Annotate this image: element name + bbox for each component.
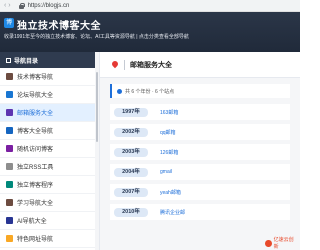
pin-icon [110,59,120,69]
category-icon [6,73,13,80]
sidebar-item[interactable]: 技术博客导航 [0,68,99,86]
lock-icon [18,2,25,9]
sidebar-item[interactable]: 独立博客程序 [0,176,99,194]
site-link[interactable]: gmail [160,169,172,175]
site-link[interactable]: yeah邮箱 [160,189,181,196]
sidebar-item[interactable]: 特色网址导航 [0,230,99,248]
site-link[interactable]: 163邮箱 [160,109,178,116]
category-icon [6,163,13,170]
category-icon [6,109,13,116]
sidebar-item[interactable]: 论坛导航大全 [0,86,99,104]
category-icon [6,145,13,152]
site-title[interactable]: 独立技术博客大全 [17,17,101,32]
category-icon [6,91,13,98]
sidebar-item[interactable]: 邮箱服务大全 [0,104,99,122]
watermark-text: 亿速云创新 [273,237,294,250]
back-forward-icon[interactable]: ‹ › [4,0,11,12]
sidebar-item-label: 独立博客程序 [17,183,54,189]
year-row: 2004年 gmail [110,164,290,180]
sidebar-item-label: 学习导航大全 [17,201,54,207]
year-badge: 2002年 [114,127,148,137]
year-row: 2010年 腾讯企业邮 [110,204,290,220]
sidebar-heading: 导航目录 [0,52,99,68]
sidebar-item[interactable]: 随机访问博客 [0,140,99,158]
menu-grid-icon [6,57,11,63]
sidebar-item-label: 邮箱服务大全 [17,111,54,117]
stats-text: 共 6 个年份 · 6 个站点 [125,88,175,95]
category-icon [6,235,13,242]
info-icon [117,88,122,94]
sidebar-scrollbar[interactable] [95,52,99,250]
sidebar-item-label: 博客大全导航 [17,129,54,135]
page-title: 邮箱服务大全 [130,62,172,69]
category-icon [6,127,13,134]
sidebar-heading-label: 导航目录 [14,58,39,65]
year-badge: 2004年 [114,167,148,177]
year-row: 1997年 163邮箱 [110,104,290,120]
sidebar: 导航目录 技术博客导航 论坛导航大全 邮箱服务大全 博客大全导航 随机访问博客 独立RSS… [0,52,100,250]
watermark-logo-icon [265,239,272,247]
sidebar-item[interactable]: 博客大全导航 [0,122,99,140]
year-badge: 2010年 [114,207,148,217]
year-row: 2007年 yeah邮箱 [110,184,290,200]
sidebar-item-label: AI导航大全 [17,219,47,225]
main-content: 邮箱服务大全 共 6 个年份 · 6 个站点 1997年 163邮箱 2002年 qq… [100,52,300,250]
sidebar-item[interactable]: AI导航大全 [0,212,99,230]
site-link[interactable]: 腾讯企业邮 [160,209,185,216]
year-badge: 2007年 [114,187,148,197]
stats-banner: 共 6 个年份 · 6 个站点 [110,84,290,98]
content-topbar: 邮箱服务大全 [100,52,300,78]
site-subtitle: 收录1991年至今的独立技术博客、论坛、AI工具等资源导航 | 点击分类查看全部… [4,34,189,40]
sidebar-item-label: 论坛导航大全 [17,93,54,99]
category-icon [6,217,13,224]
category-icon [6,181,13,188]
sidebar-item-label: 随机访问博客 [17,147,54,153]
year-row: 2002年 qq邮箱 [110,124,290,140]
sidebar-item-label: 技术博客导航 [17,75,54,81]
divider [124,60,125,70]
category-icon [6,199,13,206]
year-row: 2003年 126邮箱 [110,144,290,160]
site-logo[interactable]: 博 [4,18,14,28]
watermark: 亿速云创新 [265,237,297,250]
sidebar-item-label: 特色网址导航 [17,237,54,243]
sidebar-item[interactable]: 学习导航大全 [0,194,99,212]
scroll-thumb[interactable] [96,72,98,142]
year-badge: 1997年 [114,107,148,117]
address-bar[interactable]: https://blogjs.cn [28,0,70,12]
site-link[interactable]: 126邮箱 [160,149,178,156]
sidebar-item-label: 独立RSS工具 [17,165,54,171]
site-header: 博 独立技术博客大全 收录1991年至今的独立技术博客、论坛、AI工具等资源导航… [0,12,300,52]
site-link[interactable]: qq邮箱 [160,129,176,136]
sidebar-item[interactable]: 独立RSS工具 [0,158,99,176]
sidebar-list: 技术博客导航 论坛导航大全 邮箱服务大全 博客大全导航 随机访问博客 独立RSS工具 独立博… [0,68,99,248]
browser-toolbar: ‹ › https://blogjs.cn [0,0,300,12]
year-badge: 2003年 [114,147,148,157]
